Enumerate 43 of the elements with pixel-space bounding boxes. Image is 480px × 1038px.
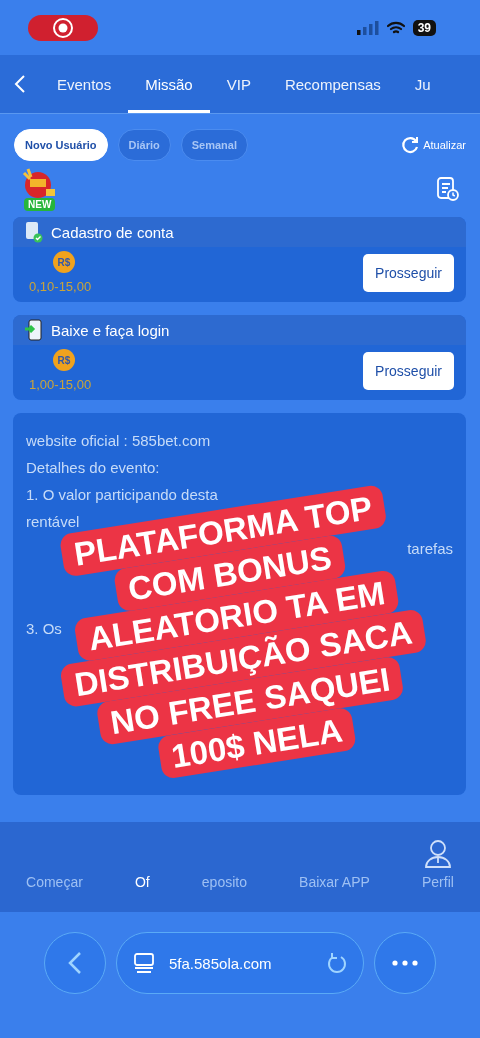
new-badge: NEW [24,198,56,211]
detail-text: Detalhes do evento: [26,458,160,478]
record-icon [52,16,74,39]
tabs-icon [133,952,155,974]
nav-tab[interactable]: Ju [397,55,448,113]
more-icon [392,960,418,966]
bottom-nav-item[interactable]: eposito [201,874,247,890]
coin-icon: R$ [53,251,75,273]
coin-icon: R$ [53,349,75,371]
nav-tab[interactable]: Eventos [40,55,129,113]
proceed-button[interactable]: Prosseguir [363,351,454,390]
url-text: 5fa.585ola.com [169,954,273,972]
refresh-button[interactable]: Atualizar [400,135,466,155]
filter-chip[interactable]: Semanal [180,129,248,161]
battery-indicator: 39 [412,19,436,36]
bottom-nav-item[interactable]: Baixar APP [299,874,370,890]
proceed-button[interactable]: Prosseguir [363,253,454,292]
signal-icon [356,20,379,35]
detail-text: website oficial : 585bet.com [26,431,211,451]
nav-tab[interactable]: Recompensas [267,55,398,113]
nav-tab[interactable]: Missão [128,55,210,113]
task-title: Cadastro de conta [51,223,174,241]
filter-chip[interactable]: Novo Usuário [14,129,108,161]
bottom-nav-item[interactable]: Perfil [422,838,454,890]
reward-range: 1,00-15,00 [29,377,92,392]
bottom-nav-item[interactable]: Of [134,874,150,890]
reload-icon[interactable] [327,952,347,974]
detail-text: 3. Os [26,619,62,639]
back-icon [68,951,82,975]
document-check-icon [25,221,43,243]
back-icon [14,74,26,94]
bottom-nav-item[interactable]: Começar [26,874,83,890]
filter-chip[interactable]: Diário [117,129,171,161]
nav-tab[interactable]: VIP [209,55,268,113]
task-title: Baixe e faça login [51,321,170,339]
history-icon[interactable] [436,176,460,202]
detail-text: tarefas [407,539,453,559]
reward-range: 0,10-15,00 [29,279,92,294]
wifi-icon [386,20,405,35]
refresh-icon [400,135,421,155]
address-bar[interactable]: 5fa.585ola.com [116,932,364,994]
profile-icon [422,838,453,868]
phone-login-icon [25,319,43,341]
